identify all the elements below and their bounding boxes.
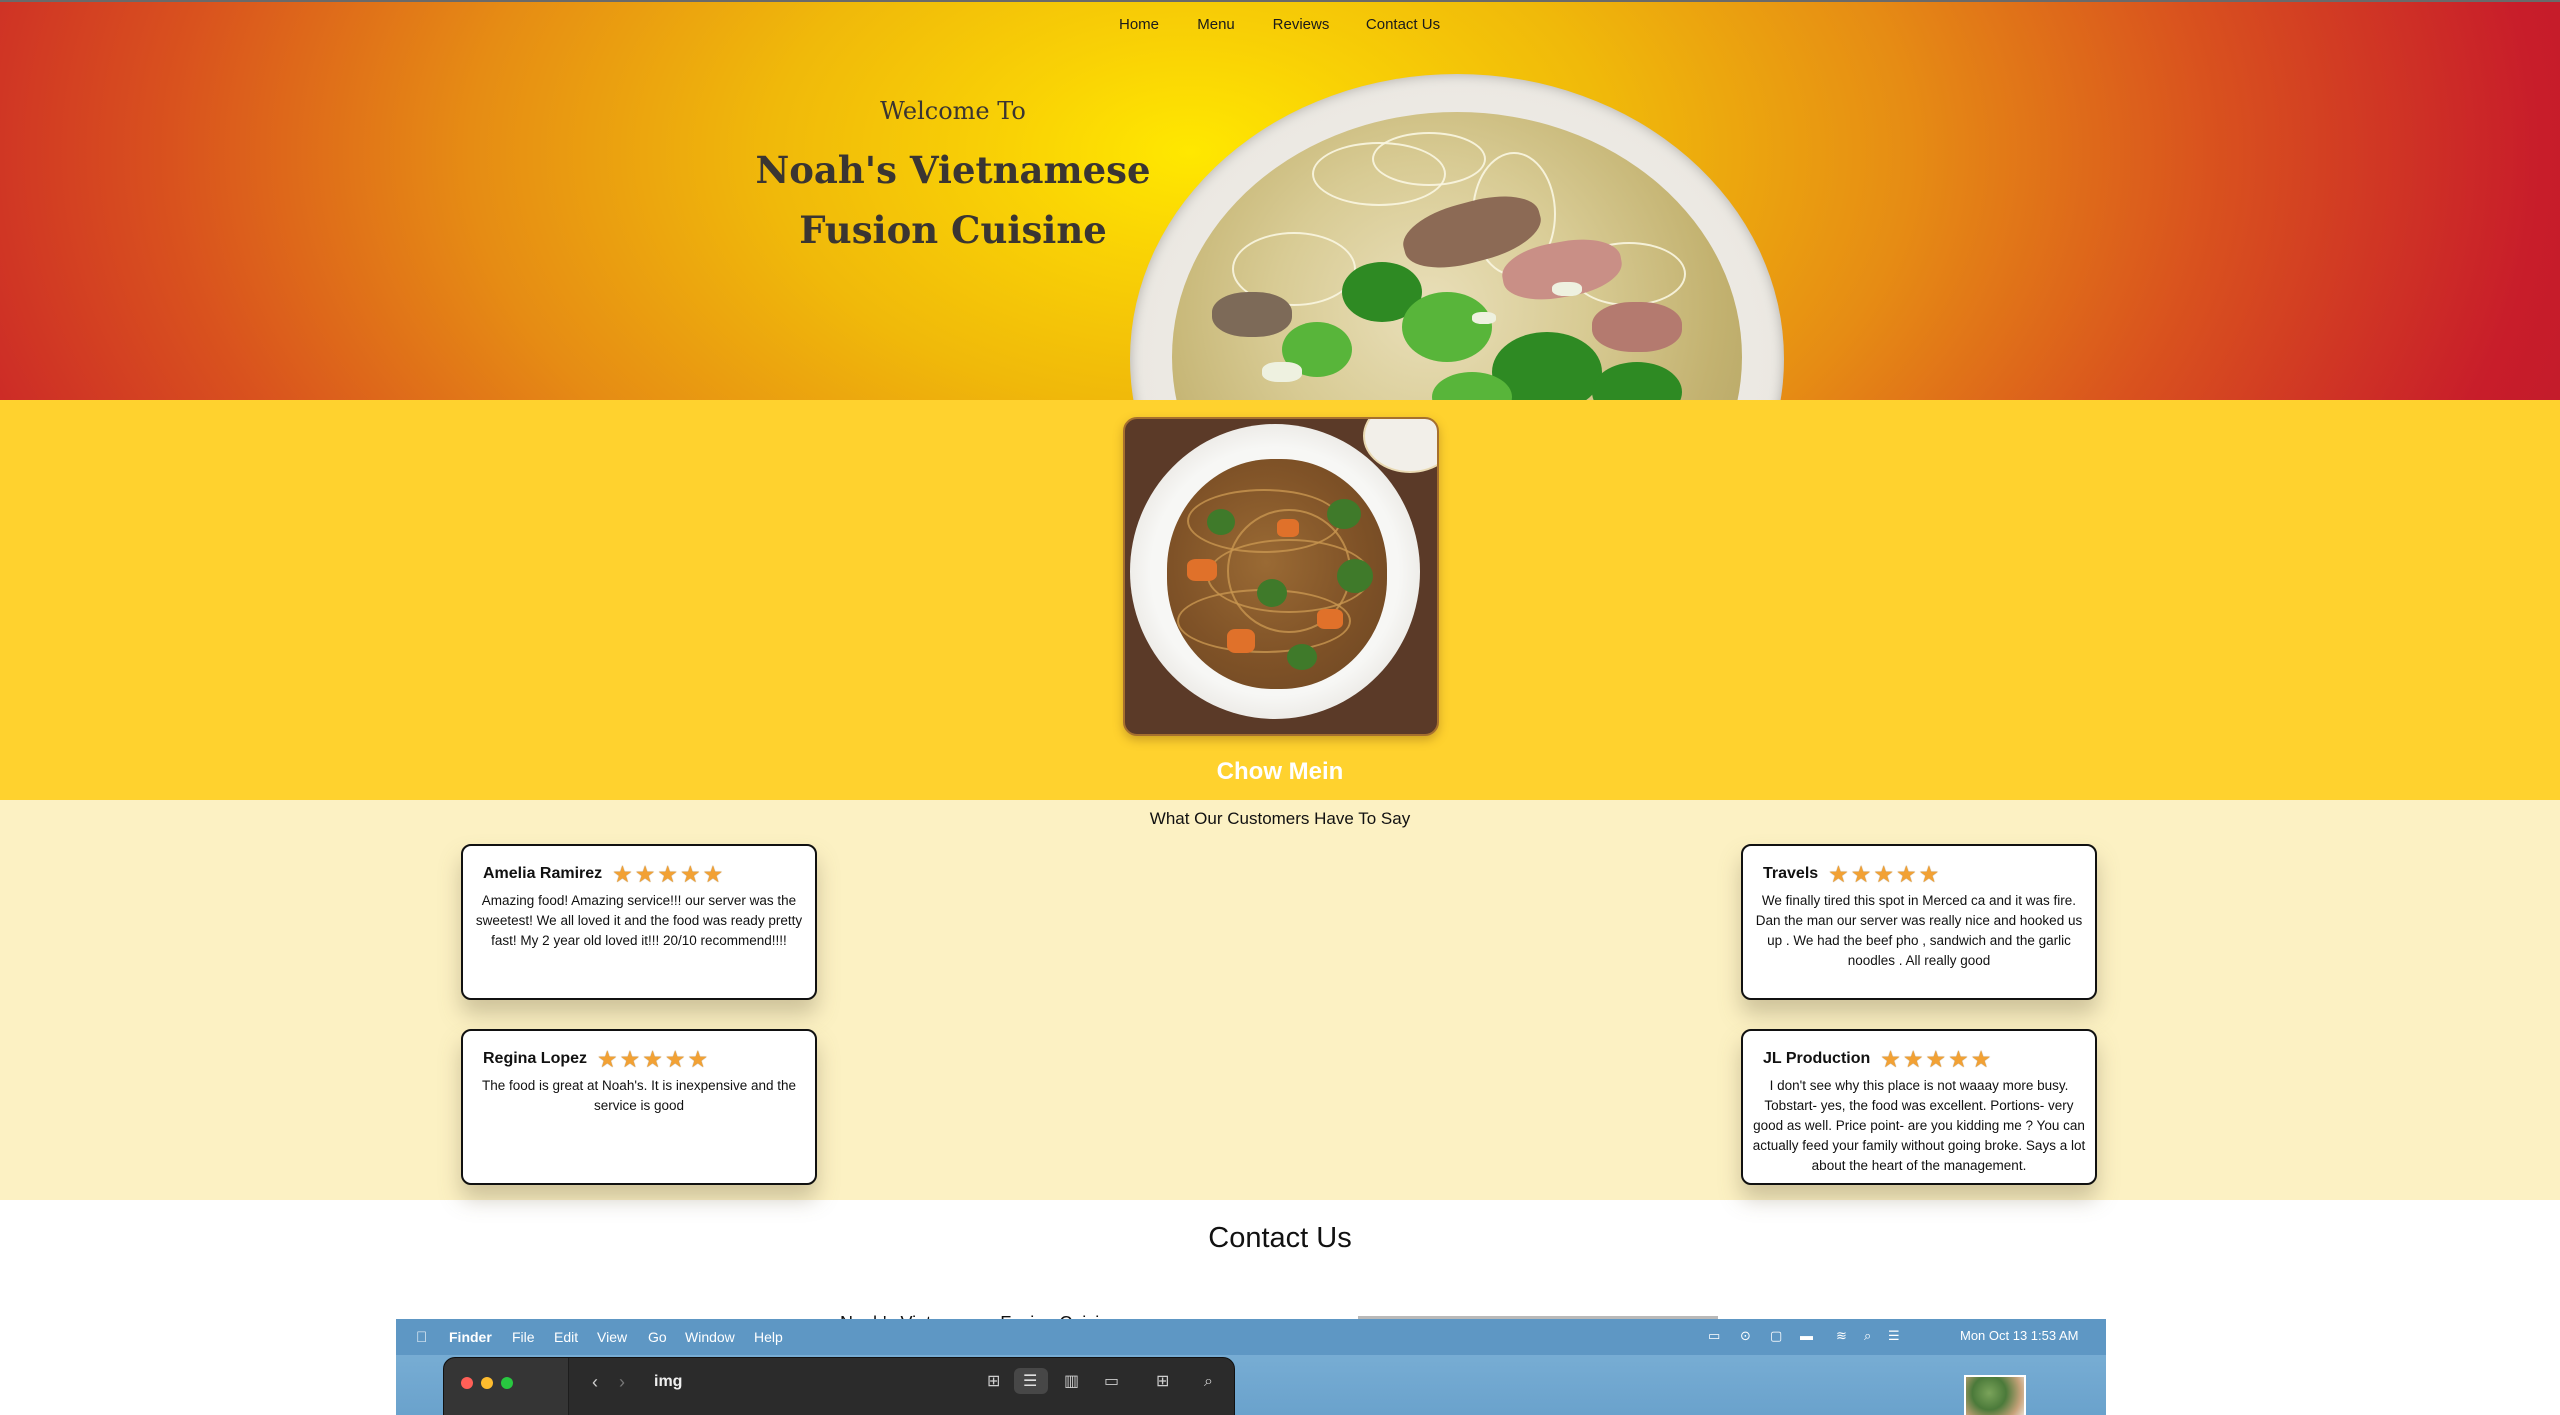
review-text: I don't see why this place is not waaay … (1752, 1078, 2086, 1173)
star-rating: ★ ★ ★ ★ ★ (1880, 1046, 1992, 1072)
hero-section: Home Menu Reviews Contact Us Welcome To … (0, 0, 2560, 402)
star-icon: ★ (1902, 1046, 1924, 1072)
featured-dish-section: ‹ Chow Mein (0, 400, 2560, 974)
nav-reviews-link[interactable]: Reviews (1273, 16, 1330, 33)
reviewer-name: JL Production (1763, 1050, 1871, 1067)
reviewer-name: Travels (1763, 865, 1819, 882)
minimize-window-button[interactable] (481, 1377, 493, 1389)
nav-menu-link[interactable]: Menu (1197, 16, 1235, 33)
menu-file[interactable]: File (512, 1329, 535, 1345)
macos-desktop:  Finder File Edit View Go Window Help ▭… (396, 1319, 2106, 1415)
review-card: Travels ★ ★ ★ ★ ★ We finally tired this … (1741, 844, 2097, 1000)
finder-title: img (654, 1373, 683, 1390)
list-view-icon[interactable]: ☰ (1023, 1372, 1037, 1392)
forward-icon[interactable]: › (619, 1372, 625, 1392)
desktop-image-thumbnail[interactable] (1964, 1375, 2026, 1415)
battery-icon[interactable]: ▬ (1800, 1328, 1813, 1343)
star-icon: ★ (612, 861, 633, 887)
star-icon: ★ (1896, 861, 1917, 887)
menu-finder[interactable]: Finder (449, 1329, 492, 1345)
menu-edit[interactable]: Edit (554, 1329, 578, 1345)
star-icon: ★ (642, 1046, 663, 1072)
finder-window: ‹ › img ⊞ ☰ ▥ ▭ ⊞ ⌕ (443, 1357, 1235, 1415)
zoom-window-button[interactable] (501, 1377, 513, 1389)
control-center-icon[interactable]: ☰ (1888, 1328, 1900, 1344)
review-text: We finally tired this spot in Merced ca … (1755, 893, 2083, 968)
macos-menubar:  Finder File Edit View Go Window Help ▭… (396, 1319, 2106, 1355)
star-rating: ★ ★ ★ ★ ★ (597, 1046, 709, 1072)
reviews-heading: What Our Customers Have To Say (1149, 809, 1411, 828)
display-icon[interactable]: ▢ (1770, 1328, 1782, 1344)
chow-mein-photo[interactable] (1123, 417, 1439, 736)
star-rating: ★ ★ ★ ★ ★ (612, 861, 724, 887)
star-rating: ★ ★ ★ ★ ★ (1828, 861, 1940, 887)
star-icon: ★ (1850, 861, 1872, 887)
reviewer-name: Amelia Ramirez (483, 865, 603, 882)
star-icon: ★ (1918, 861, 1940, 887)
nav-contact-link[interactable]: Contact Us (1366, 16, 1440, 33)
play-icon[interactable]: ⊙ (1740, 1328, 1751, 1344)
apple-logo-icon[interactable]:  (416, 1329, 427, 1346)
noodles (1167, 459, 1387, 689)
column-view-icon[interactable]: ▥ (1064, 1372, 1079, 1392)
reviewer-name: Regina Lopez (483, 1050, 588, 1067)
group-icon[interactable]: ⊞ (1156, 1372, 1169, 1392)
menu-window[interactable]: Window (685, 1329, 735, 1345)
gallery-view-icon[interactable]: ▭ (1104, 1372, 1119, 1392)
review-text: The food is great at Noah's. It is inexp… (481, 1078, 796, 1113)
contact-title: Contact Us (1208, 1222, 1352, 1254)
star-icon: ★ (702, 861, 724, 887)
menubar-datetime[interactable]: Mon Oct 13 1:53 AM (1960, 1328, 2079, 1343)
back-icon[interactable]: ‹ (592, 1372, 598, 1392)
menu-go[interactable]: Go (648, 1329, 667, 1345)
star-icon: ★ (1970, 1046, 1992, 1072)
finder-sidebar (444, 1358, 569, 1415)
review-card: Regina Lopez ★ ★ ★ ★ ★ The food is great… (461, 1029, 817, 1185)
star-icon: ★ (1948, 1046, 1969, 1072)
star-icon: ★ (1880, 1046, 1901, 1072)
star-icon: ★ (597, 1046, 618, 1072)
reviews-section: What Our Customers Have To Say Amelia Ra… (0, 800, 2560, 1200)
star-icon: ★ (680, 861, 701, 887)
menu-view[interactable]: View (597, 1329, 627, 1345)
dish-caption: Chow Mein (1216, 758, 1344, 785)
screen-mirroring-icon[interactable]: ▭ (1708, 1328, 1720, 1344)
star-icon: ★ (619, 1046, 641, 1072)
review-text: Amazing food! Amazing service!!! our ser… (475, 893, 803, 948)
close-window-button[interactable] (461, 1377, 473, 1389)
star-icon: ★ (664, 1046, 686, 1072)
menu-help[interactable]: Help (754, 1329, 783, 1345)
star-icon: ★ (657, 861, 679, 887)
star-icon: ★ (634, 861, 656, 887)
star-icon: ★ (1925, 1046, 1947, 1072)
welcome-text: Welcome To (880, 97, 1026, 125)
search-icon[interactable]: ⌕ (1204, 1372, 1213, 1392)
review-card: JL Production ★ ★ ★ ★ ★ I don't see why … (1741, 1029, 2097, 1185)
grid-view-icon[interactable]: ⊞ (987, 1372, 1000, 1392)
top-nav: Home Menu Reviews Contact Us (0, 16, 2560, 40)
star-icon: ★ (1828, 861, 1849, 887)
restaurant-name: Noah's Vietnamese Fusion Cuisine (755, 148, 1151, 252)
search-icon[interactable]: ⌕ (1864, 1328, 1871, 1344)
nav-home-link[interactable]: Home (1119, 16, 1159, 33)
wifi-icon[interactable]: ≋ (1836, 1328, 1847, 1344)
review-card: Amelia Ramirez ★ ★ ★ ★ ★ Amazing food! A… (461, 844, 817, 1000)
star-icon: ★ (1873, 861, 1895, 887)
star-icon: ★ (687, 1046, 709, 1072)
